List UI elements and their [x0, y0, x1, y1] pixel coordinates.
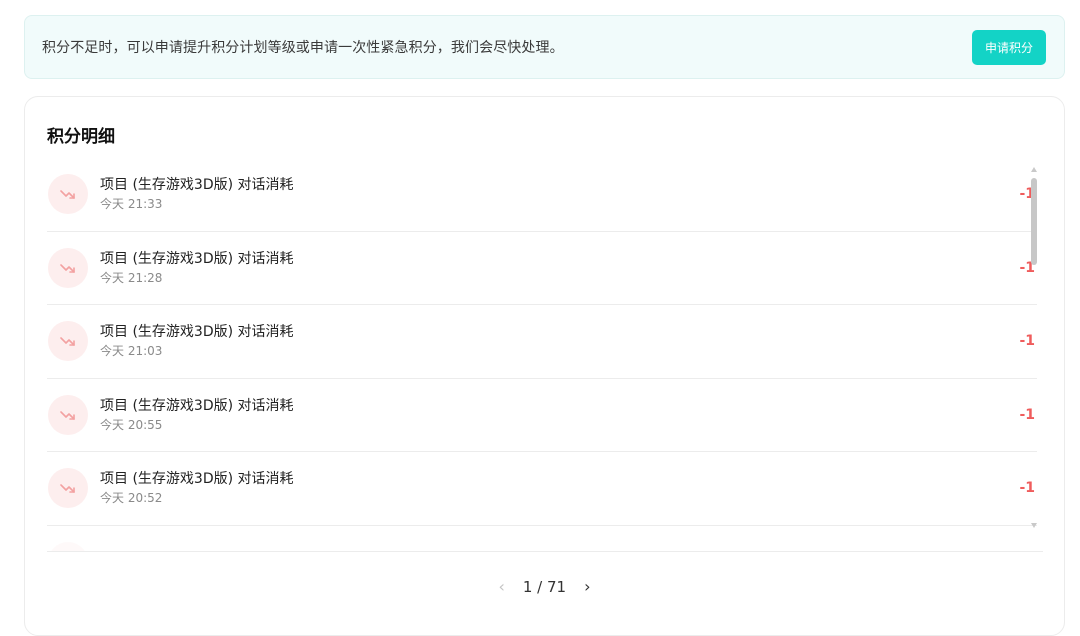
chevron-right-icon[interactable]: › [584, 579, 590, 595]
card-title: 积分明细 [47, 127, 115, 147]
list-item[interactable] [47, 526, 1037, 552]
trending-down-icon [48, 394, 88, 435]
pagination: ‹ 1 / 71 › [25, 575, 1064, 599]
trending-down-icon [48, 174, 88, 215]
item-title: 项目 (生存游戏3D版) 对话消耗 [100, 324, 294, 341]
item-time: 今天 21:03 [100, 344, 163, 359]
item-title: 项目 (生存游戏3D版) 对话消耗 [100, 177, 294, 194]
chevron-left-icon[interactable]: ‹ [498, 579, 504, 595]
trending-down-icon [48, 321, 88, 362]
item-time: 今天 21:28 [100, 270, 163, 285]
points-detail-card: 积分明细 项目 (生存游戏3D版) 对话消耗 今天 21:33 -1 项目 (生… [24, 96, 1065, 636]
scroll-down-arrow-icon[interactable] [1031, 523, 1037, 528]
item-title: 项目 (生存游戏3D版) 对话消耗 [100, 250, 294, 267]
list-item[interactable]: 项目 (生存游戏3D版) 对话消耗 今天 20:52 -1 [47, 452, 1037, 526]
apply-points-button[interactable]: 申请积分 [971, 29, 1046, 65]
notice-text: 积分不足时，可以申请提升积分计划等级或申请一次性紧急积分，我们会尽快处理。 [42, 40, 564, 56]
divider [47, 551, 1043, 552]
scroll-up-arrow-icon[interactable] [1031, 167, 1037, 172]
trending-down-icon [48, 468, 88, 509]
item-title: 项目 (生存游戏3D版) 对话消耗 [100, 397, 294, 414]
list-item[interactable]: 项目 (生存游戏3D版) 对话消耗 今天 21:28 -1 [47, 232, 1037, 305]
list-item[interactable]: 项目 (生存游戏3D版) 对话消耗 今天 21:33 -1 [47, 158, 1037, 232]
list-item[interactable]: 项目 (生存游戏3D版) 对话消耗 今天 21:03 -1 [47, 305, 1037, 379]
list-scrollbar[interactable] [1030, 165, 1038, 530]
points-notice-banner: 积分不足时，可以申请提升积分计划等级或申请一次性紧急积分，我们会尽快处理。 申请… [24, 15, 1065, 79]
trending-down-icon [48, 247, 88, 288]
item-time: 今天 20:52 [100, 491, 163, 506]
item-time: 今天 20:55 [100, 417, 163, 432]
points-list[interactable]: 项目 (生存游戏3D版) 对话消耗 今天 21:33 -1 项目 (生存游戏3D… [47, 158, 1037, 552]
item-time: 今天 21:33 [100, 197, 163, 212]
scrollbar-thumb[interactable] [1031, 178, 1037, 265]
list-item[interactable]: 项目 (生存游戏3D版) 对话消耗 今天 20:55 -1 [47, 379, 1037, 452]
item-title: 项目 (生存游戏3D版) 对话消耗 [100, 471, 294, 488]
page-indicator: 1 / 71 [522, 578, 567, 596]
